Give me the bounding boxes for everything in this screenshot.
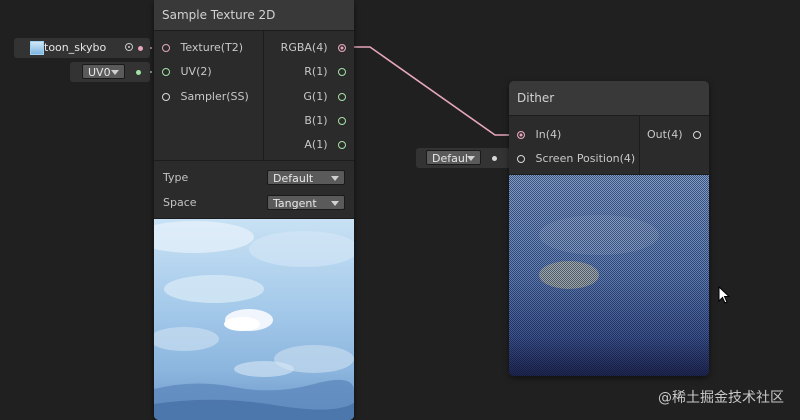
uv-field[interactable]: UV0 xyxy=(70,62,150,82)
object-picker-icon[interactable] xyxy=(125,43,133,51)
port-circle-icon[interactable] xyxy=(338,93,346,101)
output-port-r[interactable]: R(1) xyxy=(304,63,346,81)
port-circle-icon[interactable] xyxy=(338,68,346,76)
port-label: In(4) xyxy=(535,128,562,141)
chevron-down-icon xyxy=(331,176,339,181)
port-label: R(1) xyxy=(304,65,328,78)
space-dropdown-value: Tangent xyxy=(273,197,317,210)
port-label: UV(2) xyxy=(180,65,212,78)
input-port-in[interactable]: In(4) xyxy=(517,126,561,144)
port-label: B(1) xyxy=(304,114,328,127)
screen-position-dropdown-value: Defaul xyxy=(432,152,468,165)
port-label: RGBA(4) xyxy=(280,41,328,54)
type-dropdown[interactable]: Default xyxy=(267,170,345,185)
port-circle-icon[interactable] xyxy=(338,141,346,149)
port-label: Screen Position(4) xyxy=(535,152,636,165)
input-port-screen-position[interactable]: Screen Position(4) xyxy=(517,150,635,168)
texture-field-connector-icon xyxy=(138,46,143,51)
texture-thumbnail-icon xyxy=(30,41,44,55)
dither-preview xyxy=(509,175,709,376)
output-port-a[interactable]: A(1) xyxy=(304,136,346,154)
sample-texture-2d-node[interactable]: Sample Texture 2D Texture(T2) UV(2) Samp… xyxy=(154,0,354,420)
port-circle-icon[interactable] xyxy=(517,155,525,163)
type-dropdown-value: Default xyxy=(273,172,314,185)
output-port-g[interactable]: G(1) xyxy=(303,88,346,106)
chevron-down-icon xyxy=(111,70,119,75)
port-label: A(1) xyxy=(304,138,328,151)
space-dropdown[interactable]: Tangent xyxy=(267,195,345,210)
rgba-to-in-wire xyxy=(345,46,518,136)
texture-preview xyxy=(154,219,354,420)
input-port-uv[interactable]: UV(2) xyxy=(162,63,212,81)
uv-dropdown-value: UV0 xyxy=(88,66,111,79)
texture-field-value: toon_skybo xyxy=(44,41,107,54)
output-port-rgba[interactable]: RGBA(4) xyxy=(281,39,346,57)
mouse-cursor-icon xyxy=(718,286,731,304)
chevron-down-icon xyxy=(467,156,475,161)
node-title[interactable]: Dither xyxy=(509,81,709,116)
chevron-down-icon xyxy=(331,201,339,206)
space-label: Space xyxy=(163,196,197,209)
port-circle-icon[interactable] xyxy=(162,93,170,101)
screen-position-dropdown[interactable]: Defaul xyxy=(426,150,481,165)
port-circle-icon[interactable] xyxy=(338,117,346,125)
port-label: Sampler(SS) xyxy=(180,90,249,103)
uv-field-connector-icon xyxy=(136,70,141,75)
screen-position-field[interactable]: Defaul xyxy=(416,148,510,168)
node-title[interactable]: Sample Texture 2D xyxy=(154,0,354,31)
port-circle-icon[interactable] xyxy=(162,68,170,76)
port-label: G(1) xyxy=(303,90,328,103)
port-circle-icon[interactable] xyxy=(693,131,701,139)
watermark: @稀土掘金技术社区 xyxy=(658,390,784,406)
port-label: Texture(T2) xyxy=(180,41,244,54)
port-circle-icon[interactable] xyxy=(517,131,525,139)
port-label: Out(4) xyxy=(646,128,683,141)
input-port-texture[interactable]: Texture(T2) xyxy=(162,39,243,57)
screen-position-connector-icon xyxy=(492,156,497,161)
input-port-sampler[interactable]: Sampler(SS) xyxy=(162,88,249,106)
type-label: Type xyxy=(163,171,189,184)
port-circle-icon[interactable] xyxy=(338,44,346,52)
uv-dropdown[interactable]: UV0 xyxy=(82,64,125,79)
dither-node[interactable]: Dither In(4) Screen Position(4) Out(4) xyxy=(509,81,709,376)
output-port-b[interactable]: B(1) xyxy=(304,112,346,130)
output-port-out[interactable]: Out(4) xyxy=(647,126,701,144)
port-circle-icon[interactable] xyxy=(162,44,170,52)
texture-field[interactable]: toon_skybo xyxy=(14,38,150,58)
